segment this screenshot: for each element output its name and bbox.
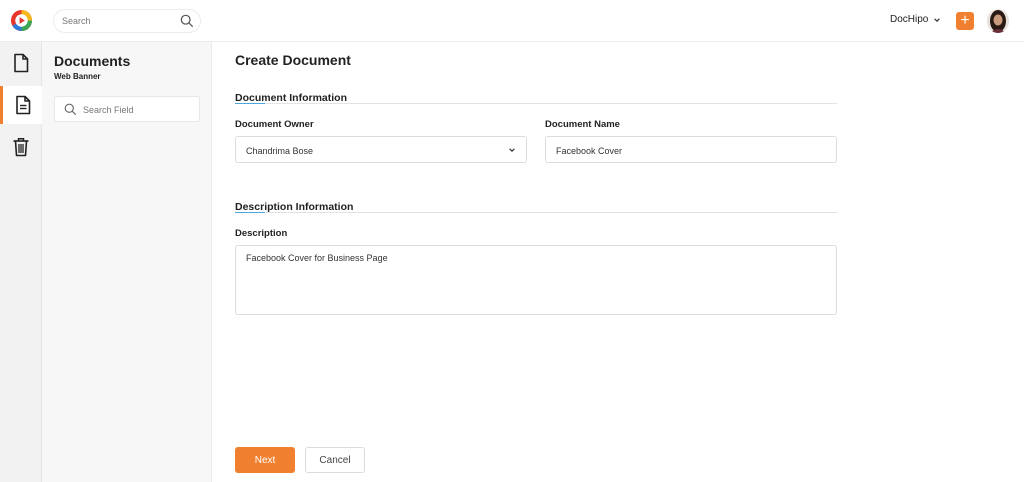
- description-label: Description: [235, 228, 288, 239]
- section-accent-line: [235, 212, 265, 213]
- page-title: Create Document: [235, 52, 351, 68]
- chevron-down-icon: [509, 148, 515, 153]
- section-document-information: Document Information: [235, 88, 837, 104]
- document-owner-label: Document Owner: [235, 119, 314, 130]
- dochipo-logo-icon[interactable]: [10, 9, 33, 32]
- field-search[interactable]: [54, 96, 200, 122]
- rail-item-trash[interactable]: [0, 128, 42, 166]
- global-search[interactable]: [53, 9, 201, 33]
- account-menu[interactable]: DocHipo: [890, 14, 941, 25]
- chevron-down-icon: [934, 17, 941, 22]
- rail-item-files[interactable]: [0, 44, 42, 82]
- document-name-field[interactable]: Facebook Cover: [545, 136, 837, 163]
- panel-title: Documents: [54, 53, 131, 69]
- document-owner-value: Chandrima Bose: [246, 146, 314, 156]
- section-heading: Document Information: [235, 92, 347, 104]
- add-button[interactable]: +: [956, 12, 974, 30]
- global-search-input[interactable]: [62, 12, 172, 30]
- search-icon[interactable]: [180, 14, 194, 28]
- section-description-information: Description Information: [235, 197, 837, 213]
- account-label: DocHipo: [890, 14, 929, 25]
- description-value: Facebook Cover for Business Page: [246, 253, 388, 263]
- trash-icon: [13, 138, 29, 157]
- documents-panel: Documents Web Banner: [42, 42, 212, 482]
- search-icon: [64, 103, 77, 116]
- icon-rail: [0, 42, 42, 482]
- avatar[interactable]: [987, 9, 1009, 33]
- rail-item-documents[interactable]: [0, 86, 42, 124]
- document-icon: [15, 95, 30, 115]
- section-heading: Description Information: [235, 201, 354, 213]
- field-search-input[interactable]: [83, 102, 193, 117]
- document-name-label: Document Name: [545, 119, 620, 130]
- file-icon: [14, 53, 29, 73]
- section-accent-line: [235, 103, 265, 104]
- document-name-value: Facebook Cover: [556, 146, 623, 156]
- panel-subtitle: Web Banner: [54, 72, 101, 81]
- next-button[interactable]: Next: [235, 447, 295, 473]
- plus-icon: +: [960, 12, 970, 29]
- document-owner-select[interactable]: Chandrima Bose: [235, 136, 527, 163]
- cancel-button[interactable]: Cancel: [305, 447, 365, 473]
- top-bar: DocHipo +: [0, 0, 1024, 42]
- description-textarea[interactable]: Facebook Cover for Business Page: [235, 245, 837, 315]
